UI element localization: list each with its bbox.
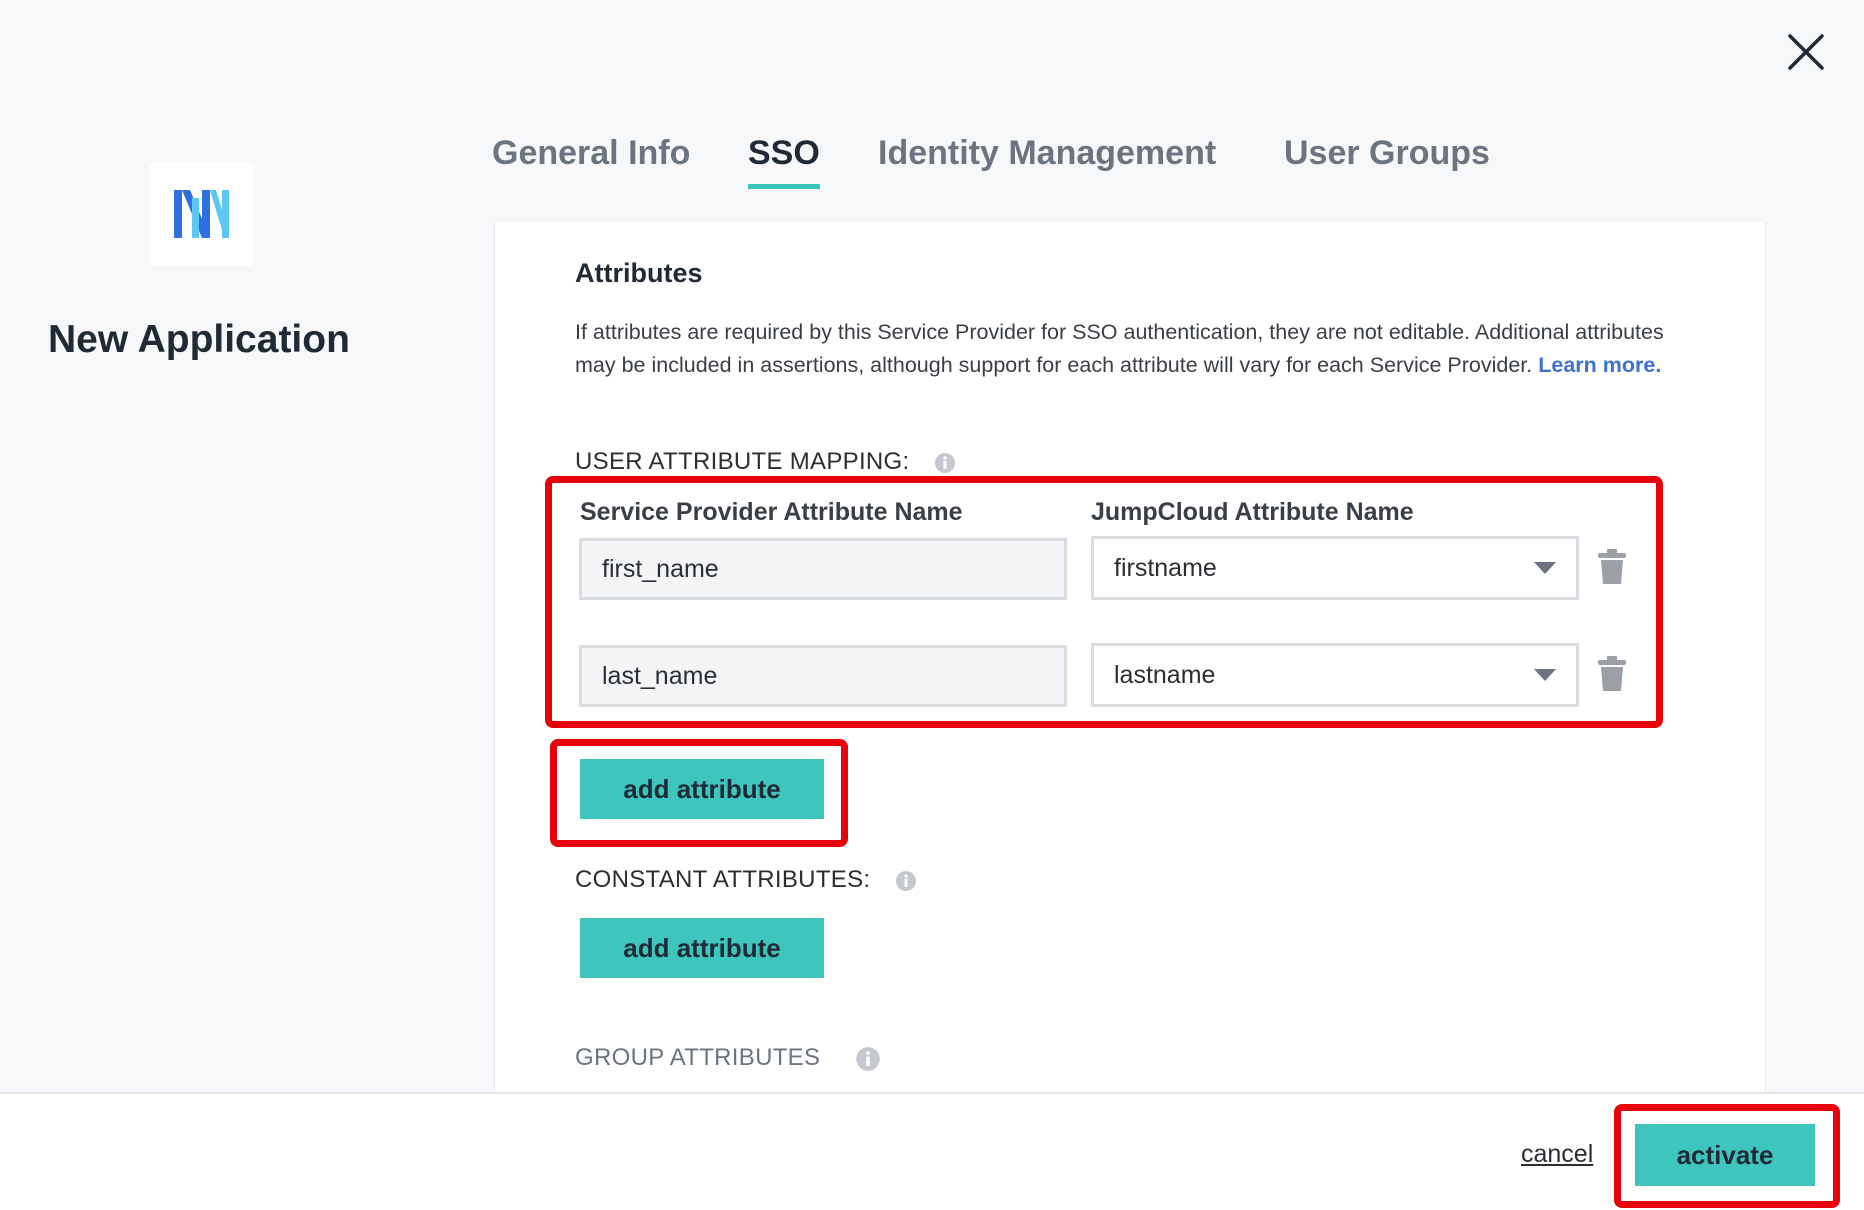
sp-attribute-input-first-name[interactable] <box>579 538 1067 600</box>
sp-attribute-header: Service Provider Attribute Name <box>580 498 963 526</box>
jc-attribute-header: JumpCloud Attribute Name <box>1091 498 1414 526</box>
tab-label: User Groups <box>1284 134 1490 172</box>
info-icon[interactable] <box>934 452 956 474</box>
description-text: If attributes are required by this Servi… <box>575 320 1664 377</box>
cancel-link[interactable]: cancel <box>1521 1140 1593 1169</box>
constant-label-text: CONSTANT ATTRIBUTES: <box>575 866 871 893</box>
tab-label: SSO <box>748 134 820 172</box>
app-title: New Application <box>48 318 350 361</box>
activate-button[interactable]: activate <box>1635 1124 1815 1186</box>
learn-more-link[interactable]: Learn more. <box>1538 353 1661 377</box>
user-attribute-mapping-label: USER ATTRIBUTE MAPPING: <box>575 448 956 476</box>
info-icon[interactable] <box>855 1046 881 1072</box>
attributes-description: If attributes are required by this Servi… <box>575 316 1675 382</box>
trash-icon[interactable] <box>1597 655 1627 693</box>
tab-bar: General Info SSO Identity Management Use… <box>0 134 1864 194</box>
jc-attribute-select-lastname[interactable]: lastname <box>1091 643 1579 707</box>
tab-general-info[interactable]: General Info <box>492 134 690 173</box>
select-value: firstname <box>1114 553 1217 582</box>
add-constant-attribute-button[interactable]: add attribute <box>580 918 824 978</box>
user-mapping-label-text: USER ATTRIBUTE MAPPING: <box>575 448 910 475</box>
sp-attribute-input-last-name[interactable] <box>579 645 1067 707</box>
tab-identity-management[interactable]: Identity Management <box>878 134 1216 173</box>
app-logo-icon <box>174 190 229 238</box>
info-icon[interactable] <box>895 870 917 892</box>
active-tab-indicator <box>748 184 820 189</box>
tab-sso[interactable]: SSO <box>748 134 820 189</box>
chevron-down-icon <box>1534 562 1556 574</box>
group-label-text: GROUP ATTRIBUTES <box>575 1044 821 1071</box>
constant-attributes-label: CONSTANT ATTRIBUTES: <box>575 866 917 894</box>
sso-panel: Attributes If attributes are required by… <box>494 222 1766 1092</box>
section-title: Attributes <box>575 258 703 288</box>
chevron-down-icon <box>1534 669 1556 681</box>
tab-label: Identity Management <box>878 134 1217 172</box>
jc-attribute-select-firstname[interactable]: firstname <box>1091 536 1579 600</box>
tab-label: General Info <box>492 134 691 172</box>
select-value: lastname <box>1114 660 1216 689</box>
footer-bar: cancel activate <box>0 1092 1864 1210</box>
add-user-attribute-button[interactable]: add attribute <box>580 759 824 819</box>
group-attributes-label: GROUP ATTRIBUTES <box>575 1044 881 1072</box>
trash-icon[interactable] <box>1597 548 1627 586</box>
tab-user-groups[interactable]: User Groups <box>1284 134 1490 173</box>
close-icon[interactable] <box>1784 30 1828 74</box>
